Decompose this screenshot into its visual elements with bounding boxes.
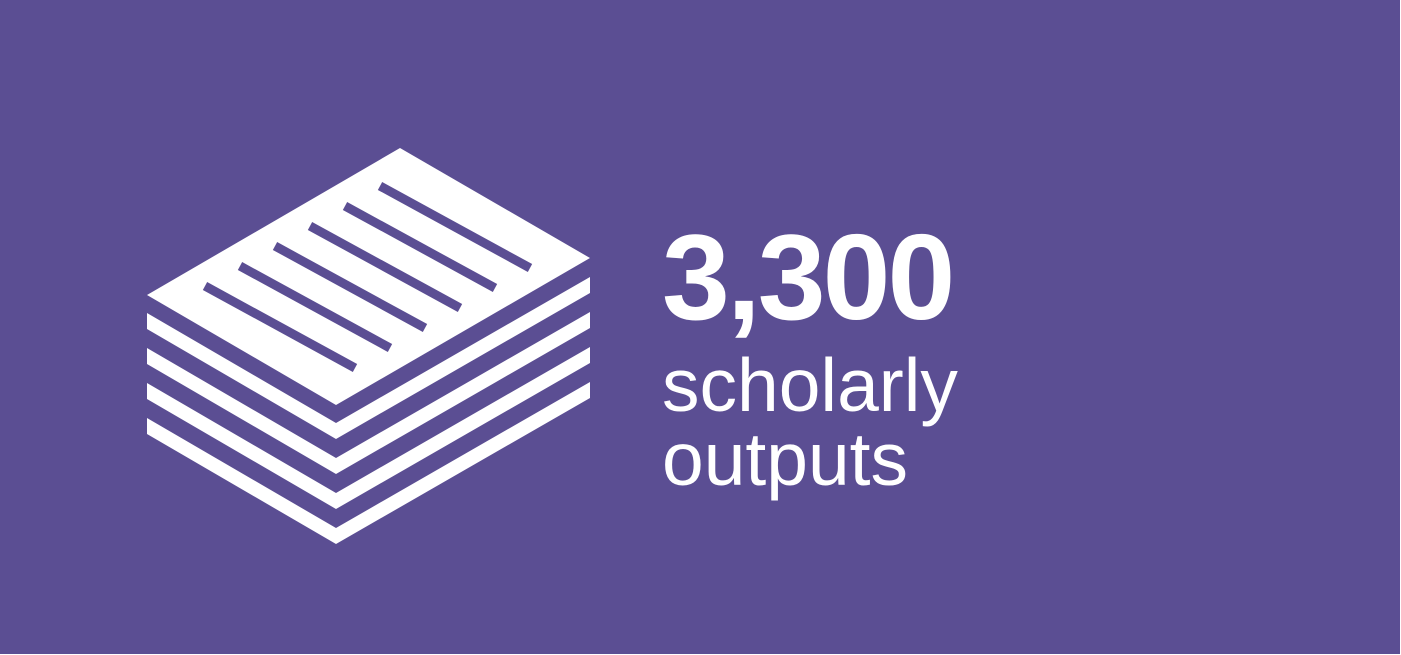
stat-value: 3,300 — [662, 209, 955, 345]
stat-label: scholarly outputs — [662, 343, 958, 501]
stack-of-papers-icon — [147, 148, 590, 544]
stat-label-line-1: scholarly — [662, 343, 958, 427]
stat-block: 3,300 scholarly outputs — [662, 209, 958, 501]
stat-label-line-2: outputs — [662, 417, 909, 501]
stat-panel: 3,300 scholarly outputs — [0, 0, 1400, 654]
